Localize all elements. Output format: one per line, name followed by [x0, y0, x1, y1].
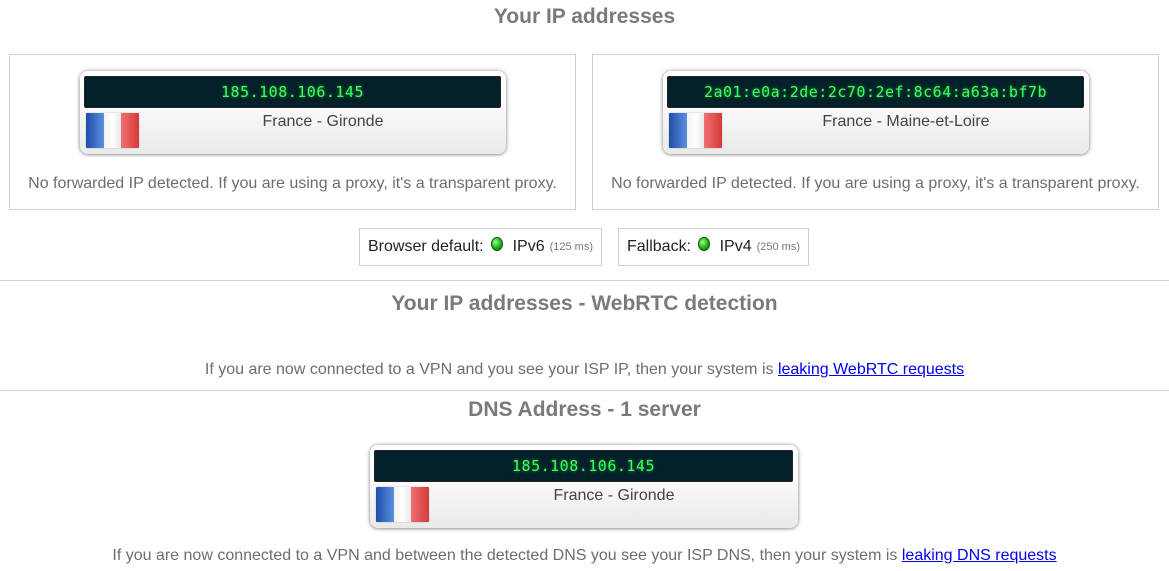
ip-display[interactable]: 185.108.106.145 [84, 76, 501, 108]
ip-location: France - Maine-et-Loire [822, 113, 990, 130]
ip-section-title: Your IP addresses [493, 5, 676, 28]
fallback-label: Fallback: [627, 238, 692, 255]
france-flag-icon [669, 113, 722, 148]
forwarded-ip-note: No forwarded IP detected. If you are usi… [28, 175, 557, 192]
divider [0, 280, 1169, 281]
ipv6-panel: 2a01:e0a:2de:2c70:2ef:8c64:a63a:bf7b Fra… [592, 54, 1159, 210]
ip-card: 185.108.106.145 France - Gironde [80, 71, 506, 154]
fallback-protocol: IPv4 [719, 238, 752, 255]
leaking-webrtc-link[interactable]: leaking WebRTC requests [778, 361, 964, 378]
browser-default-status: Browser default: IPv6 (125 ms) [359, 228, 602, 266]
webrtc-info-text: If you are now connected to a VPN and yo… [204, 361, 774, 378]
ip-location: France - Gironde [262, 113, 384, 130]
dns-server-card: 185.108.106.145 France - Gironde [370, 445, 798, 528]
divider [0, 390, 1169, 391]
dns-location: France - Gironde [553, 487, 675, 504]
browser-default-protocol: IPv6 [512, 238, 545, 255]
france-flag-icon [376, 487, 429, 522]
forwarded-ip-note: No forwarded IP detected. If you are usi… [611, 175, 1140, 192]
leaking-dns-link[interactable]: leaking DNS requests [902, 547, 1057, 564]
dns-ip-display[interactable]: 185.108.106.145 [374, 450, 793, 482]
dns-section-title: DNS Address - 1 server [468, 398, 701, 421]
ipv4-panel: 185.108.106.145 France - Gironde No forw… [9, 54, 576, 210]
ip-display[interactable]: 2a01:e0a:2de:2c70:2ef:8c64:a63a:bf7b [667, 76, 1084, 108]
green-led-icon [698, 237, 710, 251]
france-flag-icon [86, 113, 139, 148]
webrtc-section-title: Your IP addresses - WebRTC detection [391, 292, 778, 315]
green-led-icon [490, 237, 503, 251]
fallback-latency: (250 ms) [756, 241, 800, 253]
webrtc-info: If you are now connected to a VPN and yo… [0, 361, 1169, 379]
browser-default-latency: (125 ms) [549, 241, 593, 253]
fallback-status: Fallback: IPv4 (250 ms) [618, 228, 809, 266]
browser-default-label: Browser default: [368, 238, 484, 255]
dns-info-text: If you are now connected to a VPN and be… [112, 547, 898, 564]
dns-info: If you are now connected to a VPN and be… [0, 547, 1169, 565]
ip-card: 2a01:e0a:2de:2c70:2ef:8c64:a63a:bf7b Fra… [663, 71, 1089, 154]
